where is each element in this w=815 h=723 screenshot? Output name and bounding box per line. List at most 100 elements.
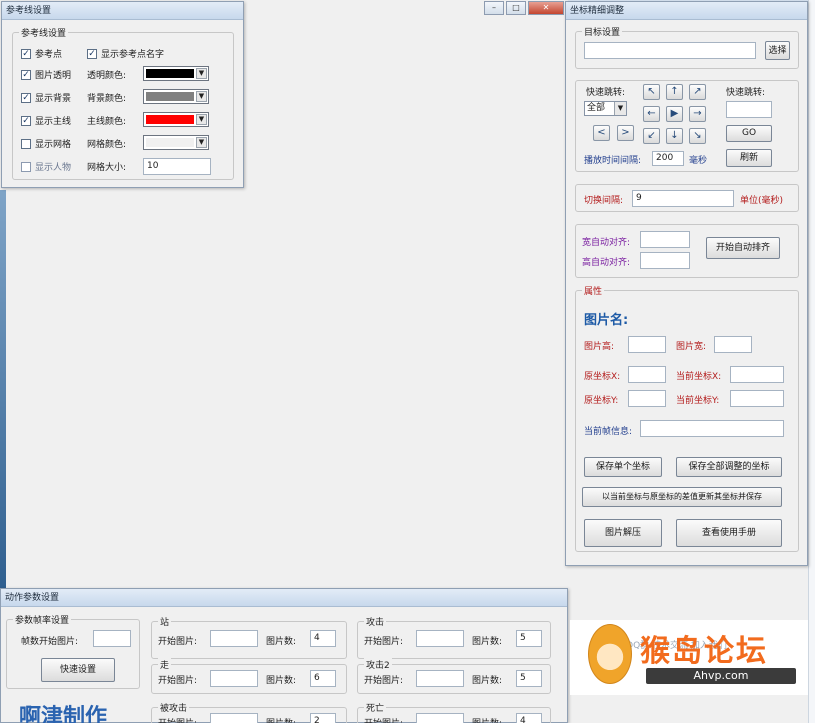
cur-info-label: 当前帧信息: <box>584 427 633 437</box>
minimize-icon[interactable]: – <box>484 1 504 15</box>
stand-count-label: 图片数: <box>266 637 297 647</box>
orig-y-label: 原坐标Y: <box>584 396 619 406</box>
switch-interval-input[interactable]: 9 <box>632 190 734 207</box>
walk-count-input[interactable]: 6 <box>310 670 336 687</box>
next-button[interactable]: > <box>617 125 634 141</box>
transparent-color-select[interactable]: ▼ <box>143 66 209 81</box>
frame-start-label: 帧数开始图片: <box>21 637 79 647</box>
orig-x-input[interactable] <box>628 366 666 383</box>
ref-point-checkbox[interactable]: ✓ <box>21 49 31 59</box>
death-group-label: 死亡 <box>364 701 387 714</box>
forum-logo: QQ群 技术交流 加入我们 猴岛论坛 Ahvp.com <box>570 620 808 695</box>
stand-group: 站 开始图片: 图片数: 4 <box>151 615 347 659</box>
attack1-start-input[interactable] <box>416 630 464 647</box>
cur-info-input[interactable] <box>640 420 784 437</box>
grid-color-label: 网格颜色: <box>87 140 127 150</box>
background-checkbox[interactable]: ✓ <box>21 93 31 103</box>
attack2-start-input[interactable] <box>416 670 464 687</box>
grid-label: 显示网格 <box>35 140 72 150</box>
switch-unit-label: 单位(毫秒) <box>740 196 784 206</box>
refresh-button[interactable]: 刷新 <box>726 149 772 167</box>
jump-group: 快速跳转: 全部 ▼ < > ↖ ↑ ↗ ← ▶ → ↙ ↓ ↘ 快速跳转: G… <box>575 80 799 172</box>
frame-start-input[interactable] <box>93 630 131 647</box>
grid-size-input[interactable]: 10 <box>143 158 211 175</box>
apply-delta-button[interactable]: 以当前坐标与原坐标的差值更新其坐标并保存 <box>582 487 782 507</box>
chevron-down-icon: ▼ <box>196 68 207 79</box>
frame-group-label: 参数帧率设置 <box>13 613 72 626</box>
author-title: 啊津制作 <box>19 704 108 723</box>
close-icon[interactable]: ✕ <box>528 1 564 15</box>
transparent-checkbox[interactable]: ✓ <box>21 70 31 80</box>
ref-window-title: 参考线设置 <box>2 2 243 20</box>
prev-button[interactable]: < <box>593 125 610 141</box>
transparent-color-label: 透明颜色: <box>87 71 127 81</box>
img-width-label: 图片宽: <box>676 342 707 352</box>
arrow-up-left-icon[interactable]: ↖ <box>643 84 660 100</box>
frame-group: 参数帧率设置 帧数开始图片: 快速设置 <box>6 613 140 689</box>
save-all-button[interactable]: 保存全部调整的坐标 <box>676 457 782 477</box>
cur-x-input[interactable] <box>730 366 784 383</box>
bg-color-select[interactable]: ▼ <box>143 89 209 104</box>
save-single-button[interactable]: 保存单个坐标 <box>584 457 662 477</box>
manual-button[interactable]: 查看使用手册 <box>676 519 782 547</box>
chevron-down-icon: ▼ <box>614 102 626 115</box>
arrow-up-right-icon[interactable]: ↗ <box>689 84 706 100</box>
img-width-input[interactable] <box>714 336 752 353</box>
chevron-down-icon: ▼ <box>196 137 207 148</box>
arrow-down-icon[interactable]: ↓ <box>666 128 683 144</box>
unpack-button[interactable]: 图片解压 <box>584 519 662 547</box>
stand-count-input[interactable]: 4 <box>310 630 336 647</box>
coord-window-title: 坐标精细调整 <box>566 2 807 20</box>
auto-align-group: 宽自动对齐: 高自动对齐: 开始自动排齐 <box>575 224 799 278</box>
target-input[interactable] <box>584 42 756 59</box>
arrow-left-icon[interactable]: ← <box>643 106 660 122</box>
auto-align-button[interactable]: 开始自动排齐 <box>706 237 780 259</box>
main-line-label: 显示主线 <box>35 117 72 127</box>
img-height-input[interactable] <box>628 336 666 353</box>
hurt-group: 被攻击 开始图片: 图片数: 2 <box>151 701 347 723</box>
quick-jump-input[interactable] <box>726 101 772 118</box>
orig-y-input[interactable] <box>628 390 666 407</box>
go-button[interactable]: GO <box>726 125 772 142</box>
walk-group-label: 走 <box>158 658 172 671</box>
height-align-input[interactable] <box>640 252 690 269</box>
image-name-label: 图片名: <box>584 313 629 328</box>
select-button[interactable]: 选择 <box>765 41 790 60</box>
ref-name-checkbox[interactable]: ✓ <box>87 49 97 59</box>
arrow-right-icon[interactable]: → <box>689 106 706 122</box>
background-label: 显示背景 <box>35 94 72 104</box>
fast-jump-select[interactable]: 全部 ▼ <box>584 101 627 116</box>
play-interval-input[interactable]: 200 <box>652 151 684 166</box>
maximize-icon[interactable]: □ <box>506 1 526 15</box>
grid-checkbox[interactable]: ✓ <box>21 139 31 149</box>
arrow-down-left-icon[interactable]: ↙ <box>643 128 660 144</box>
transparent-label: 图片透明 <box>35 71 72 81</box>
target-group-label: 目标设置 <box>582 25 623 38</box>
walk-start-input[interactable] <box>210 670 258 687</box>
arrow-up-icon[interactable]: ↑ <box>666 84 683 100</box>
play-interval-label: 播放时间间隔: <box>584 156 642 166</box>
play-icon[interactable]: ▶ <box>666 106 683 122</box>
hurt-count-input[interactable]: 2 <box>310 713 336 723</box>
hurt-start-input[interactable] <box>210 713 258 723</box>
attack2-count-input[interactable]: 5 <box>516 670 542 687</box>
death-count-input[interactable]: 4 <box>516 713 542 723</box>
grid-color-select[interactable]: ▼ <box>143 135 209 150</box>
attack1-group-label: 攻击 <box>364 615 387 628</box>
attack1-group: 攻击 开始图片: 图片数: 5 <box>357 615 551 659</box>
quick-set-button[interactable]: 快速设置 <box>41 658 115 682</box>
ms-unit-label: 毫秒 <box>689 156 708 166</box>
crosshair-checkbox[interactable]: ✓ <box>21 162 31 172</box>
stand-start-input[interactable] <box>210 630 258 647</box>
ref-point-label: 参考点 <box>35 50 63 60</box>
death-start-input[interactable] <box>416 713 464 723</box>
width-align-input[interactable] <box>640 231 690 248</box>
attack1-count-input[interactable]: 5 <box>516 630 542 647</box>
target-group: 目标设置 选择 <box>575 25 799 69</box>
cur-y-label: 当前坐标Y: <box>676 396 720 406</box>
main-line-checkbox[interactable]: ✓ <box>21 116 31 126</box>
main-line-color-select[interactable]: ▼ <box>143 112 209 127</box>
cur-y-input[interactable] <box>730 390 784 407</box>
arrow-down-right-icon[interactable]: ↘ <box>689 128 706 144</box>
ref-line-window: 参考线设置 参考线设置 ✓ 参考点 ✓ 显示参考点名字 ✓ 图片透明 透明颜色:… <box>1 1 244 188</box>
